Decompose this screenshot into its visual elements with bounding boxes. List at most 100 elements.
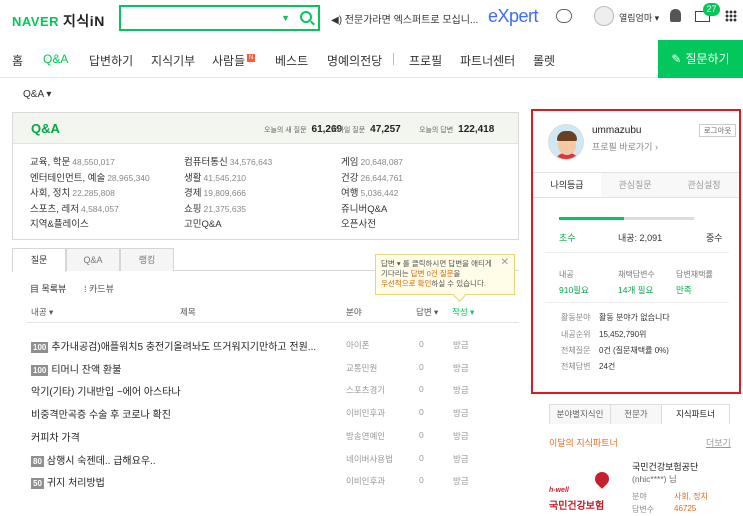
partner-logo[interactable]: h-well 국민건강보험 (549, 462, 621, 512)
col-points[interactable]: 내공 ▾ (31, 306, 53, 318)
question-answers: 0 (419, 339, 424, 349)
points-badge: 50 (31, 478, 44, 490)
category-link[interactable]: 컴퓨터통신 34,576,643 (184, 154, 272, 168)
question-title[interactable]: 악기(기타) 기내반입 ~에어 아스타나 (31, 383, 181, 398)
naver-logo[interactable]: NAVER 지식iN (12, 11, 105, 31)
category-link[interactable]: 사회, 정치 22,285,808 (30, 185, 115, 199)
question-title[interactable]: 50 귀지 처리방법 (31, 474, 105, 490)
search-box[interactable]: ▼ (119, 5, 320, 31)
nav-partner-center[interactable]: 파트너센터 (460, 52, 515, 69)
category-link[interactable]: 생활 41,545,210 (184, 170, 246, 184)
nav-qa[interactable]: Q&A (43, 52, 68, 66)
question-field: 교통민원 (346, 362, 378, 373)
question-title[interactable]: 100 티머니 잔액 환불 (31, 361, 121, 376)
tab-experts[interactable]: 전문가 (610, 404, 662, 424)
category-link[interactable]: 고민Q&A (184, 216, 224, 230)
category-selector[interactable]: Q&A ▾ (23, 89, 51, 100)
tab-interest-questions[interactable]: 관심질문 (601, 173, 669, 197)
bell-icon[interactable] (670, 9, 681, 22)
question-row[interactable]: 100 추가내공검)애플워치5 충전기올려놔도 뜨거워지기만하고 전원... 아이폰… (27, 334, 519, 356)
expert-logo[interactable]: eXpert (488, 6, 539, 27)
category-link[interactable]: 여행 5,036,442 (341, 185, 398, 199)
pencil-icon: ✎ (671, 52, 682, 66)
question-row[interactable]: 100 티머니 잔액 환불 교통민원 0 방금 (27, 357, 519, 379)
list-view-toggle[interactable]: 目 목록뷰 (30, 282, 66, 295)
question-field: 스포츠경기 (346, 385, 386, 396)
question-answers: 0 (419, 361, 424, 372)
tab-field-experts[interactable]: 분야별지식인 (549, 404, 611, 424)
question-row[interactable]: 50 귀지 처리방법 이비인후과 0 방금 (27, 470, 519, 492)
question-title[interactable]: 100 추가내공검)애플워치5 충전기올려놔도 뜨거워지기만하고 전원... (31, 338, 316, 353)
nav-best[interactable]: 베스트 (275, 52, 308, 69)
col-field: 분야 (346, 307, 362, 317)
tab-questions[interactable]: 질문 (12, 248, 66, 272)
kv-label-rate: 답변채택률 (676, 270, 713, 279)
activity-rank: 내공순위 15,452,790위 (561, 330, 647, 339)
nav-hall-of-fame[interactable]: 명예의전당 (327, 52, 382, 69)
apps-grid-icon[interactable] (725, 10, 737, 22)
more-link[interactable]: 더보기 (706, 436, 731, 449)
activity-questions: 전체질문 0건 (질문채택률 0%) (561, 346, 669, 355)
user-avatar[interactable] (594, 6, 614, 26)
brand-text: NAVER (12, 14, 60, 29)
search-input[interactable] (127, 7, 277, 27)
nav-answer[interactable]: 답변하기 (89, 52, 133, 69)
tab-my-grade[interactable]: 나의등급 (533, 173, 601, 197)
category-link[interactable]: 건강 26,644,761 (341, 170, 403, 184)
category-link[interactable]: 스포츠, 레저 4,584,057 (30, 201, 119, 215)
expert-notice[interactable]: ◀) 전문가라면 엑스퍼트로 모십니... (331, 11, 478, 26)
search-dropdown-icon[interactable]: ▼ (281, 13, 290, 23)
ask-question-button[interactable]: ✎ 질문하기 (658, 40, 743, 78)
profile-link[interactable]: 프로필 바로가기 › (592, 140, 658, 153)
chat-icon[interactable] (556, 9, 572, 23)
col-date[interactable]: 작성 ▾ (452, 306, 474, 318)
question-title[interactable]: 커피차 가격 (31, 429, 80, 444)
category-link[interactable]: 쇼핑 21,375,635 (184, 201, 246, 215)
category-link[interactable]: 지역&플레이스 (30, 216, 91, 230)
partner-name[interactable]: 국민건강보험공단 (632, 460, 698, 473)
card-view-toggle[interactable]: ⁞ 카드뷰 (84, 282, 114, 295)
question-date: 방금 (453, 430, 469, 441)
logout-button[interactable]: 로그아웃 (699, 124, 736, 137)
col-answers[interactable]: 답변 ▾ (416, 306, 438, 318)
nav-donate[interactable]: 지식기부 (151, 52, 195, 69)
question-row[interactable]: 커피차 가격 방송연예인 0 방금 (27, 425, 519, 447)
question-row[interactable]: 비중격만곡증 수술 후 코로나 확진 이비인후과 0 방금 (27, 402, 519, 424)
nav-home[interactable]: 홈 (12, 52, 23, 69)
nav-roulette[interactable]: 롤렛 (533, 52, 555, 69)
category-link[interactable]: 경제 19,809,666 (184, 185, 246, 199)
tab-qa[interactable]: Q&A (66, 248, 120, 271)
answer-sort-tooltip: 답변 ▾ 를 클릭하시면 답변을 애티게 기다리는 답변 0건 질문을 우선적으… (375, 254, 515, 295)
question-field: 이비인후과 (346, 476, 386, 487)
question-title[interactable]: 비중격만곡증 수술 후 코로나 확진 (31, 406, 171, 421)
category-link[interactable]: 엔터테인먼트, 예술 28,965,340 (30, 170, 150, 184)
grade-next: 중수 (706, 233, 723, 243)
question-answers: 0 (419, 475, 424, 486)
qa-title: Q&A (31, 121, 60, 136)
search-icon[interactable] (300, 11, 312, 23)
main-nav: 홈 Q&A 답변하기 지식기부 사람들 N 베스트 명예의전당 프로필 파트너센터… (0, 40, 743, 78)
category-link[interactable]: 쥬니버Q&A (341, 201, 389, 215)
category-link[interactable]: 교육, 학문 48,550,017 (30, 154, 115, 168)
category-link[interactable]: 오픈사전 (341, 216, 378, 230)
question-row[interactable]: 80 삼행시 숙젠데.. 급해요우.. 네이버사용법 0 방금 (27, 448, 519, 470)
question-title[interactable]: 80 삼행시 숙젠데.. 급해요우.. (31, 452, 156, 467)
kv-value-rate: 만족 (676, 285, 692, 295)
tab-knowledge-partner[interactable]: 지식파트너 (661, 404, 730, 424)
points-badge: 100 (31, 342, 49, 353)
user-menu[interactable]: 열림엄마 ▾ (619, 11, 659, 24)
top-header: NAVER 지식iN ▼ ◀) 전문가라면 엑스퍼트로 모십니... eXpert… (0, 0, 743, 38)
category-link[interactable]: 게임 20,648,087 (341, 154, 403, 168)
question-date: 방금 (453, 453, 469, 464)
partner-tabs: 분야별지식인 전문가 지식파트너 (549, 404, 730, 424)
question-date: 방금 (453, 385, 469, 396)
tab-interest-settings[interactable]: 관심설정 (670, 173, 738, 197)
profile-avatar[interactable] (548, 124, 584, 160)
close-icon[interactable]: ✕ (501, 258, 509, 268)
question-row[interactable]: 악기(기타) 기내반입 ~에어 아스타나 스포츠경기 0 방금 (27, 379, 519, 401)
tab-ranking[interactable]: 랭킹 (120, 248, 174, 271)
list-header-divider (27, 322, 519, 323)
nav-profile[interactable]: 프로필 (409, 52, 442, 69)
nav-people[interactable]: 사람들 N (212, 52, 256, 69)
qa-summary: Q&A 오늘의 새 질문 61,269 모바일 질문 47,257 오늘의 답변 12… (12, 112, 519, 240)
